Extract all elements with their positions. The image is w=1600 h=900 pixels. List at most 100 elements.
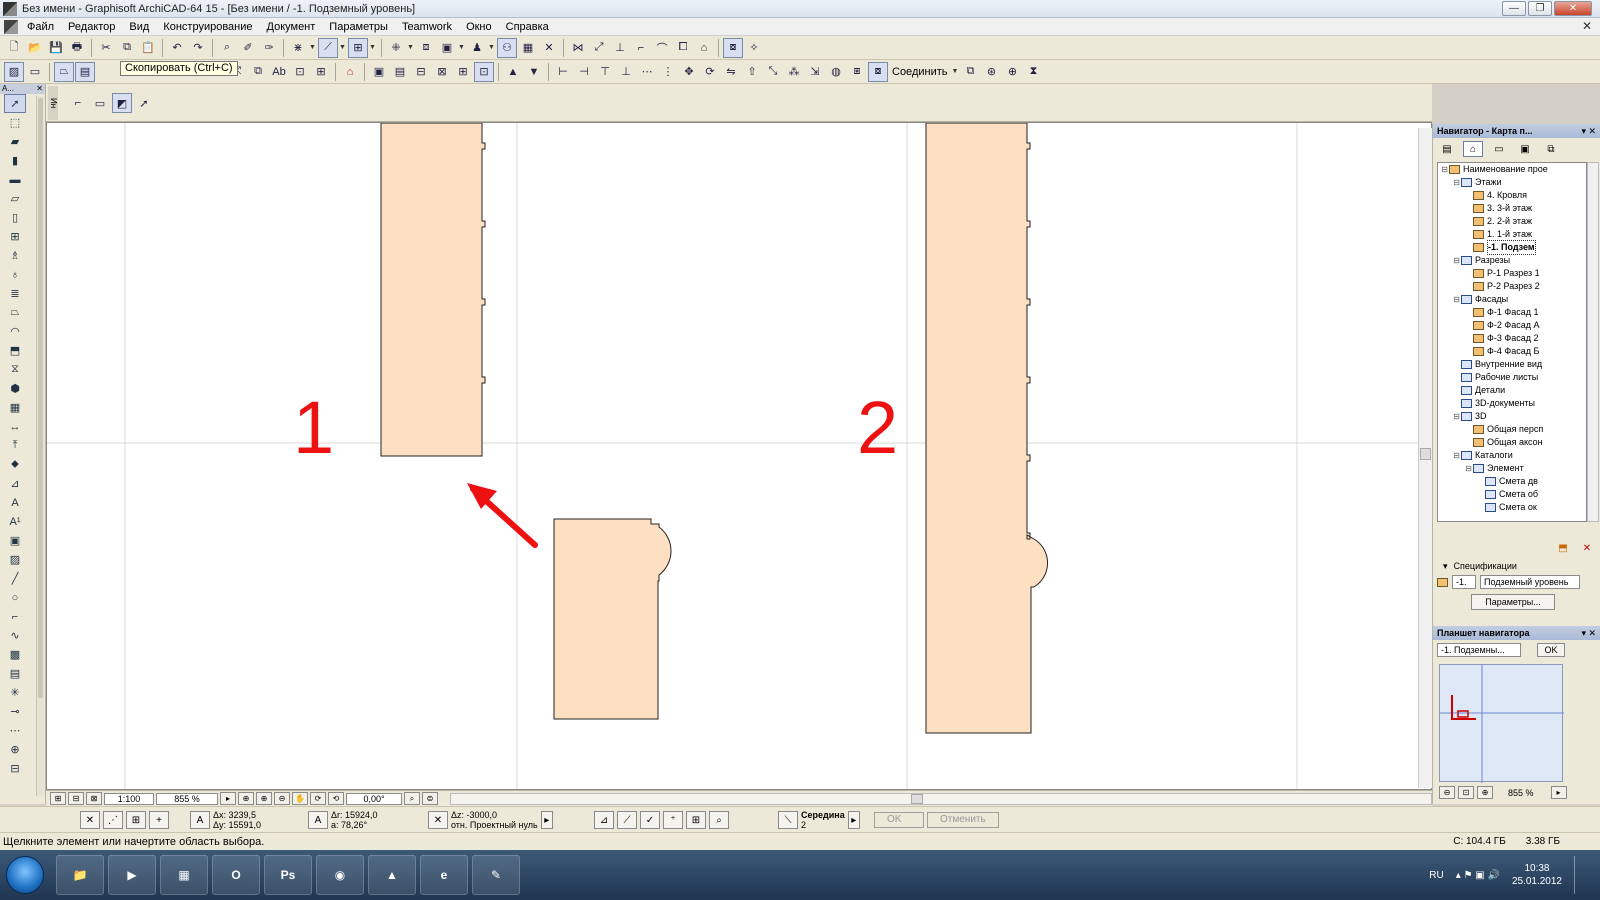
section-tool-icon[interactable]: ⊸ — [4, 702, 26, 721]
xy-values[interactable]: Δx: 3239,5 Δy: 15591,0 — [213, 810, 261, 830]
tree-item[interactable]: Ф-1 Фасад 1 — [1438, 306, 1586, 319]
minimize-button[interactable]: — — [1502, 1, 1526, 16]
cut-icon[interactable]: ✂ — [96, 38, 116, 58]
toolbox-close-icon[interactable]: ✕ — [36, 84, 43, 94]
find-select-icon[interactable]: ⌕ — [217, 38, 237, 58]
curtain-wall-tool-icon[interactable]: ⧖ — [4, 360, 26, 379]
roof-tool-icon[interactable]: ⏢ — [4, 303, 26, 322]
tree-item[interactable]: ⊟ Элемент — [1438, 462, 1586, 475]
zoom-window-icon[interactable]: ⌕ — [404, 792, 420, 805]
door-tool-icon[interactable]: ▯ — [4, 208, 26, 227]
snap-grid-icon[interactable]: ⊞ — [686, 811, 706, 829]
multiply-icon[interactable]: ⁂ — [784, 62, 804, 82]
fit-icon[interactable]: ⊡ — [1458, 786, 1474, 799]
snap-line-icon[interactable]: ⟋ — [617, 811, 637, 829]
tree-item[interactable]: Смета дв — [1438, 475, 1586, 488]
plus-icon[interactable]: + — [149, 811, 169, 829]
snap-grid-icon[interactable]: ⊞ — [126, 811, 146, 829]
tree-item[interactable]: Ф-4 Фасад Б — [1438, 345, 1586, 358]
wall-tool-icon[interactable]: ▰ — [4, 132, 26, 151]
crop-icon[interactable]: ⊡ — [290, 62, 310, 82]
project-map-tab-icon[interactable]: ▤ — [1437, 141, 1457, 157]
z-axis-icon[interactable]: ✕ — [428, 811, 448, 829]
chevron-down-icon[interactable]: ▼ — [309, 44, 317, 51]
lock-icon[interactable]: ⊡ — [474, 61, 494, 82]
navpad-preview[interactable] — [1439, 664, 1564, 783]
polar-values[interactable]: Δr: 15924,0 a: 78,26° — [331, 810, 378, 830]
distribute-h-icon[interactable]: ⋯ — [637, 62, 657, 82]
language-indicator[interactable]: RU — [1429, 870, 1443, 881]
radial-dim-tool-icon[interactable]: ⊿ — [4, 474, 26, 493]
elevate-icon[interactable]: ⇧ — [742, 62, 762, 82]
fillet-icon[interactable]: ⌒ — [652, 38, 672, 58]
layers-icon[interactable]: ⧈ — [416, 38, 436, 58]
guide-lines-icon[interactable]: ⟋ — [318, 37, 338, 58]
elevation-dim-tool-icon[interactable]: ⬥ — [4, 455, 26, 474]
layer-toggle-icon[interactable]: ⊟ — [68, 792, 84, 805]
tree-item[interactable]: Внутренние вид — [1438, 358, 1586, 371]
magic-wand-icon[interactable]: ✧ — [744, 38, 764, 58]
shell-tool-icon[interactable]: ◠ — [4, 322, 26, 341]
tree-item[interactable]: -1. Подзем — [1438, 240, 1586, 255]
ok-button[interactable]: OK — [874, 812, 924, 828]
marquee-tool-icon[interactable]: ⬚ — [4, 113, 26, 132]
taskbar-paint-button[interactable]: ✎ — [472, 855, 520, 895]
floor-plan-drawing[interactable] — [47, 123, 1432, 790]
navpad-ok-button[interactable]: OK — [1537, 643, 1565, 657]
beam-tool-icon[interactable]: ▬ — [4, 170, 26, 189]
layout-book-tab-icon[interactable]: ▭ — [1489, 141, 1509, 157]
curtain-wall-icon[interactable]: ⧆ — [847, 62, 867, 82]
chevron-down-icon[interactable]: ▾ — [1443, 561, 1448, 572]
zoom-prev-icon[interactable]: ⊜ — [422, 792, 438, 805]
absolute-icon[interactable]: A — [190, 811, 210, 829]
3d-window-icon[interactable]: ⏢ — [54, 61, 74, 82]
tray-icons[interactable]: ▴ ⚑ ▣ 🔊 — [1456, 870, 1500, 881]
close-icon[interactable]: ✕ — [539, 38, 559, 58]
tree-item[interactable]: 3D-документы — [1438, 397, 1586, 410]
wall-element-2[interactable] — [925, 123, 1049, 734]
menu-window[interactable]: Окно — [459, 18, 499, 36]
house-icon[interactable]: ⌂ — [340, 62, 360, 82]
paste-icon[interactable]: 📋 — [138, 38, 158, 58]
close-button[interactable]: ✕ — [1554, 1, 1592, 16]
midpoint-icon[interactable]: ⟍ — [778, 811, 798, 829]
resize-icon[interactable]: ⇲ — [805, 62, 825, 82]
scale-field[interactable]: 1:100 — [104, 792, 154, 805]
expand-toggle-icon[interactable]: ⊟ — [1452, 410, 1461, 423]
teamwork-icon[interactable]: ⚇ — [497, 37, 517, 58]
specifications-row[interactable]: ▾ Спецификации — [1433, 558, 1600, 574]
selection-rect-icon[interactable]: ▭ — [90, 93, 110, 113]
lamp-tool-icon[interactable]: ♁ — [4, 265, 26, 284]
object-tool-icon[interactable]: ♗ — [4, 246, 26, 265]
zoom-in-icon[interactable]: ⊕ — [1477, 786, 1493, 799]
intersect-icon[interactable]: ⌐ — [631, 38, 651, 58]
tree-item[interactable]: Детали — [1438, 384, 1586, 397]
split-icon[interactable]: ⤢ — [589, 38, 609, 58]
menu-file[interactable]: Файл — [20, 18, 61, 36]
orbit-icon[interactable]: ⟳ — [310, 792, 326, 805]
cancel-button[interactable]: Отменить — [927, 812, 999, 828]
parameters-button[interactable]: Параметры... — [1471, 594, 1555, 610]
taskbar-ie-button[interactable]: e — [420, 855, 468, 895]
check-snap-icon[interactable]: ✓ — [640, 811, 660, 829]
maximize-button[interactable]: ❐ — [1528, 1, 1552, 16]
menu-document[interactable]: Документ — [260, 18, 323, 36]
trim-icon[interactable]: ⋈ — [568, 38, 588, 58]
angle-field[interactable]: 0,00° — [346, 792, 402, 805]
scroll-thumb[interactable] — [38, 98, 43, 698]
tree-item[interactable]: ⊟ Этажи — [1438, 176, 1586, 189]
save-icon[interactable]: 💾 — [46, 38, 66, 58]
z-values[interactable]: Δz: -3000,0 отн. Проектный нуль — [451, 810, 538, 830]
align-right-icon[interactable]: ⊤ — [595, 62, 615, 82]
dimension-tool-icon[interactable]: ↔ — [4, 417, 26, 436]
taskbar-explorer-button[interactable]: 📁 — [56, 855, 104, 895]
interior-tool-icon[interactable]: ⋯ — [4, 721, 26, 740]
view-map-tab-icon[interactable]: ⌂ — [1463, 141, 1483, 157]
archicad-app-icon[interactable] — [3, 1, 17, 16]
panel-menu-icon[interactable]: ▾ ✕ — [1581, 124, 1596, 138]
arrow-tool-icon[interactable]: ➚ — [4, 94, 26, 113]
text-tool-icon[interactable]: A — [4, 493, 26, 512]
new-file-icon[interactable]: 🗋 — [4, 38, 24, 58]
tree-item[interactable]: Смета ок — [1438, 501, 1586, 514]
align-down-icon[interactable]: ▼ — [524, 62, 544, 82]
